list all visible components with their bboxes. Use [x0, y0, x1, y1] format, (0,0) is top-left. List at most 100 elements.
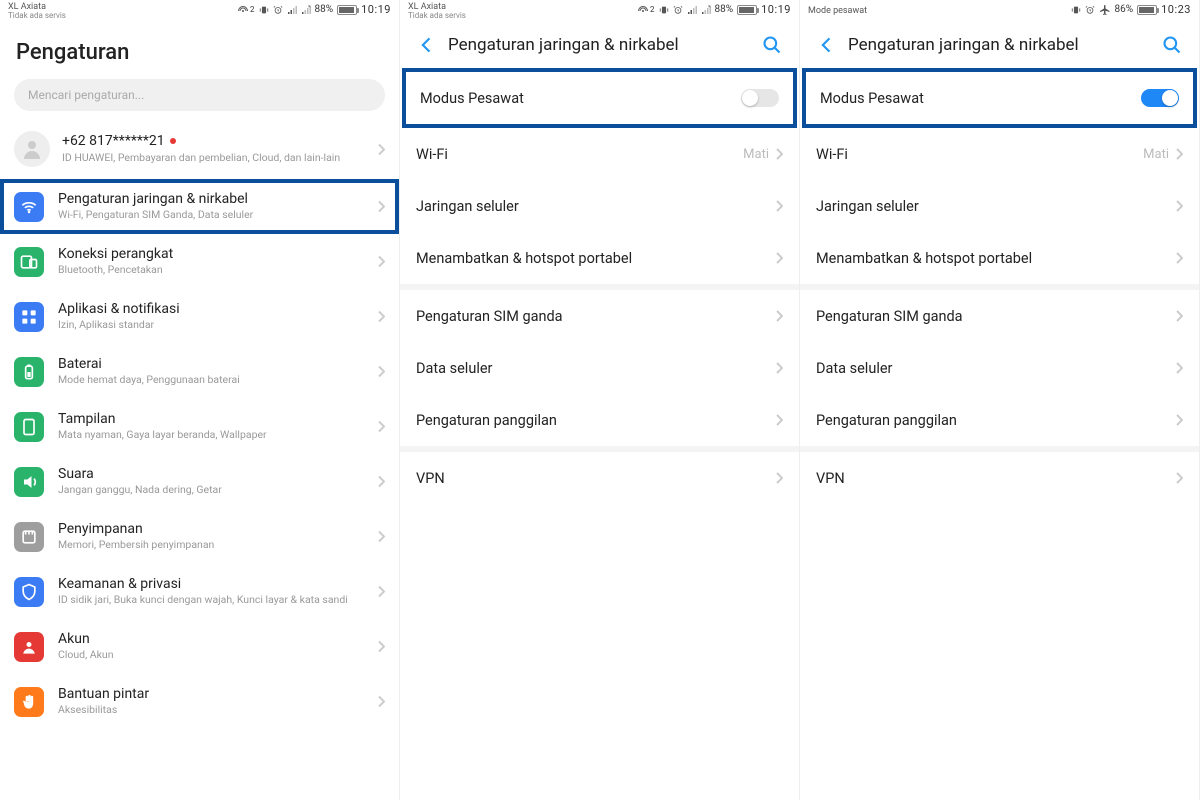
search-button[interactable] [755, 28, 789, 62]
vibrate-icon [259, 5, 269, 15]
settings-item[interactable]: PenyimpananMemori, Pembersih penyimpanan [0, 509, 399, 564]
screen-network-off: XL Axiata Tidak ada servis 2 × 88% 10:19… [400, 0, 800, 800]
chevron-right-icon [1175, 359, 1183, 378]
settings-item[interactable]: BateraiMode hemat daya, Penggunaan bater… [0, 344, 399, 399]
item-label: Jaringan seluler [816, 198, 1175, 215]
status-sub: Tidak ada servis [8, 12, 66, 20]
item-sub: Bluetooth, Pencetakan [58, 263, 365, 277]
back-button[interactable] [410, 28, 444, 62]
chevron-right-icon [377, 252, 385, 271]
item-sub: Cloud, Akun [58, 648, 365, 662]
item-label: Pengaturan panggilan [416, 412, 775, 429]
chevron-right-icon [377, 527, 385, 546]
chevron-right-icon [377, 141, 385, 160]
item-value: Mati [743, 147, 769, 162]
hotspot-icon [637, 5, 649, 15]
settings-item[interactable]: Bantuan pintarAksesibilitas [0, 674, 399, 729]
item-title: Koneksi perangkat [58, 246, 365, 262]
airplane-mode-row[interactable]: Modus Pesawat [404, 70, 795, 126]
settings-item[interactable]: AkunCloud, Akun [0, 619, 399, 674]
chevron-right-icon [775, 145, 783, 164]
network-item[interactable]: Jaringan seluler [800, 180, 1199, 232]
search-placeholder: Mencari pengaturan... [28, 88, 144, 102]
settings-item[interactable]: Keamanan & privasiID sidik jari, Buka ku… [0, 564, 399, 619]
settings-item[interactable]: Koneksi perangkatBluetooth, Pencetakan [0, 234, 399, 289]
network-item[interactable]: Data seluler [800, 342, 1199, 394]
item-label: Wi-Fi [816, 146, 1143, 163]
network-list: Wi-FiMati Jaringan seluler Menambatkan & h… [800, 128, 1199, 504]
header-bar: Pengaturan jaringan & nirkabel [800, 22, 1199, 68]
chevron-right-icon [775, 411, 783, 430]
item-title: Aplikasi & notifikasi [58, 301, 365, 317]
chevron-right-icon [1175, 411, 1183, 430]
hotspot-icon [237, 5, 249, 15]
chevron-right-icon [1175, 145, 1183, 164]
network-item[interactable]: Menambatkan & hotspot portabel [400, 232, 799, 284]
settings-item[interactable]: Aplikasi & notifikasiIzin, Aplikasi stan… [0, 289, 399, 344]
airplane-toggle[interactable] [1141, 89, 1179, 107]
apps-icon [14, 302, 44, 332]
chevron-right-icon [377, 417, 385, 436]
chevron-right-icon [377, 637, 385, 656]
network-item[interactable]: Pengaturan SIM ganda [800, 290, 1199, 342]
network-item[interactable]: Jaringan seluler [400, 180, 799, 232]
header-title: Pengaturan jaringan & nirkabel [444, 35, 755, 55]
network-item[interactable]: Wi-FiMati [400, 128, 799, 180]
notification-dot [170, 138, 176, 144]
alarm-icon [1085, 5, 1095, 15]
item-title: Bantuan pintar [58, 686, 365, 702]
chevron-right-icon [377, 197, 385, 216]
network-item[interactable]: Menambatkan & hotspot portabel [800, 232, 1199, 284]
network-item[interactable]: VPN [400, 452, 799, 504]
avatar-icon [14, 131, 50, 167]
item-sub: Wi-Fi, Pengaturan SIM Ganda, Data selule… [58, 208, 365, 222]
network-list: Wi-FiMatiJaringan seluler Menambatkan & h… [400, 128, 799, 504]
vibrate-icon [659, 5, 669, 15]
account-row[interactable]: +62 817******21 ID HUAWEI, Pembayaran da… [0, 121, 399, 179]
item-title: Penyimpanan [58, 521, 365, 537]
chevron-right-icon [775, 197, 783, 216]
search-button[interactable] [1155, 28, 1189, 62]
item-label: Data seluler [416, 360, 775, 377]
alarm-icon [673, 5, 683, 15]
item-title: Keamanan & privasi [58, 576, 365, 592]
settings-item[interactable]: TampilanMata nyaman, Gaya layar beranda,… [0, 399, 399, 454]
search-input[interactable]: Mencari pengaturan... [14, 79, 385, 111]
item-label: Menambatkan & hotspot portabel [416, 250, 775, 267]
chevron-right-icon [377, 307, 385, 326]
svg-text:×: × [308, 5, 311, 10]
network-item[interactable]: Pengaturan panggilan [400, 394, 799, 446]
svg-text:×: × [708, 5, 711, 10]
item-title: Baterai [58, 356, 365, 372]
airplane-mode-row[interactable]: Modus Pesawat [804, 70, 1195, 126]
network-item[interactable]: Wi-FiMati [800, 128, 1199, 180]
item-title: Akun [58, 631, 365, 647]
back-button[interactable] [810, 28, 844, 62]
chevron-right-icon [377, 472, 385, 491]
item-label: VPN [416, 470, 775, 487]
item-label: VPN [816, 470, 1175, 487]
wifi-icon [14, 192, 44, 222]
airplane-toggle[interactable] [741, 89, 779, 107]
item-sub: Izin, Aplikasi standar [58, 318, 365, 332]
item-sub: Memori, Pembersih penyimpanan [58, 538, 365, 552]
settings-list: Pengaturan jaringan & nirkabelWi-Fi, Pen… [0, 179, 399, 729]
network-item[interactable]: VPN [800, 452, 1199, 504]
signal2-icon: × [301, 5, 311, 15]
chevron-right-icon [1175, 307, 1183, 326]
header-title: Pengaturan jaringan & nirkabel [844, 35, 1155, 55]
status-bar: Mode pesawat 86% 10:23 [800, 0, 1199, 22]
settings-item[interactable]: Pengaturan jaringan & nirkabelWi-Fi, Pen… [0, 179, 399, 234]
status-bar: XL Axiata Tidak ada servis 2 × 88% 10:19 [400, 0, 799, 22]
page-title: Pengaturan [0, 22, 399, 79]
network-item[interactable]: Data seluler [400, 342, 799, 394]
chevron-right-icon [377, 582, 385, 601]
settings-item[interactable]: SuaraJangan ganggu, Nada dering, Getar [0, 454, 399, 509]
account-phone: +62 817******21 [62, 133, 165, 149]
item-sub: Mode hemat daya, Penggunaan baterai [58, 373, 365, 387]
item-label: Data seluler [816, 360, 1175, 377]
chevron-right-icon [377, 692, 385, 711]
status-right: 2 × 88% 10:19 [637, 3, 791, 16]
network-item[interactable]: Pengaturan panggilan [800, 394, 1199, 446]
network-item[interactable]: Pengaturan SIM ganda [400, 290, 799, 342]
